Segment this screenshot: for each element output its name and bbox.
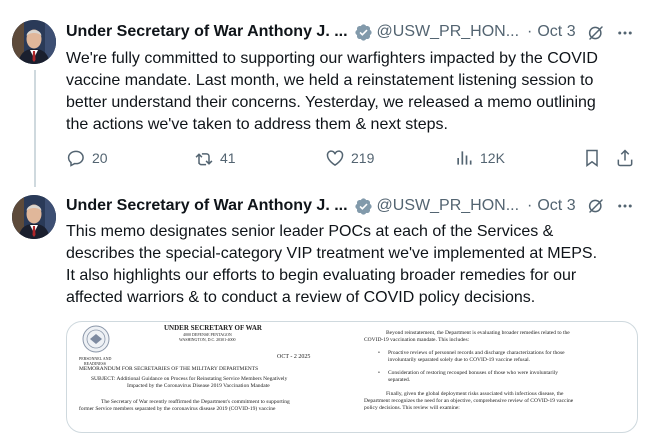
action-bar: 20 41 219 12K (66, 148, 646, 172)
repost-count: 41 (220, 150, 236, 166)
tweet-text-line: vaccine mandate. Last month, we held a r… (66, 72, 594, 89)
tweet-text: This memo designates senior leader POCs … (66, 221, 656, 309)
department-seal-icon (82, 325, 110, 353)
share-button[interactable] (615, 148, 635, 168)
share-icon (617, 149, 633, 167)
memo-paragraph: Beyond reinstatement, the Department is … (386, 330, 570, 336)
memo-image[interactable]: PERSONNEL AND READINESS UNDER SECRETARY … (66, 321, 638, 433)
like-icon (326, 150, 344, 166)
memo-bullet: • (378, 350, 380, 356)
author-name[interactable]: Under Secretary of War Anthony J. ... (66, 23, 348, 41)
views-button[interactable]: 12K (454, 148, 505, 168)
tweet-text-line: This memo designates senior leader POCs … (66, 223, 554, 240)
tweet-text-line: describes the special-category VIP treat… (66, 245, 598, 262)
reply-button[interactable]: 20 (66, 148, 108, 168)
author-handle[interactable]: @USW_PR_HON... (377, 197, 519, 215)
memo-bullet-text: involuntarily separated solely due to CO… (388, 357, 531, 363)
memo-paragraph: policy decisions. This review will exami… (364, 405, 460, 411)
tweet-text-line: We're fully committed to supporting our … (66, 50, 598, 67)
more-icon[interactable] (616, 24, 634, 42)
views-icon (457, 151, 472, 165)
reply-icon (67, 150, 84, 167)
repost-icon (195, 153, 213, 166)
tweet-text-line: the actions we've taken to address them … (66, 116, 448, 133)
bookmark-icon (586, 149, 598, 167)
memo-bullet-text: separated. (388, 377, 411, 383)
memo-bullet: • (378, 370, 380, 376)
verified-badge-icon[interactable] (354, 197, 373, 216)
tweet-text-line: better understand their concerns. Yester… (66, 94, 596, 111)
reply-count: 20 (92, 150, 108, 166)
repost-button[interactable]: 41 (194, 148, 236, 168)
memo-page-left: PERSONNEL AND READINESS UNDER SECRETARY … (67, 322, 352, 432)
avatar[interactable] (12, 195, 56, 239)
like-count: 219 (351, 150, 375, 166)
memo-paragraph: Finally, given the global deployment ris… (386, 391, 564, 397)
avatar[interactable] (12, 20, 56, 64)
memo-subject: SUBJECT: Additional Guidance on Process … (91, 376, 288, 382)
tweet-date[interactable]: Oct 3 (537, 197, 575, 215)
author-handle[interactable]: @USW_PR_HON... (377, 23, 519, 41)
like-button[interactable]: 219 (325, 148, 374, 168)
separator-dot: · (527, 23, 533, 40)
memo-bullet-text: Consideration of restoring recouped bonu… (388, 370, 559, 376)
tweet-text: We're fully committed to supporting our … (66, 48, 656, 136)
grok-icon[interactable] (587, 24, 605, 42)
more-icon[interactable] (616, 197, 634, 215)
tweet-header: Under Secretary of War Anthony J. ... @U… (66, 22, 665, 42)
memo-office: UNDER SECRETARY OF WAR (164, 324, 262, 332)
tweet-text-line: affected warriors & to conduct a review … (66, 289, 536, 306)
grok-icon[interactable] (587, 197, 605, 215)
verified-badge-icon[interactable] (354, 23, 373, 42)
views-count: 12K (480, 150, 505, 166)
separator-dot: · (527, 197, 533, 214)
memo-date: OCT - 2 2025 (277, 354, 311, 360)
memo-paragraph: COVID-19 vaccination mandate. This inclu… (364, 337, 470, 343)
memo-to-line: MEMORANDUM FOR SECRETARIES OF THE MILITA… (79, 366, 259, 372)
memo-paragraph: Department recognizes the need for an ob… (364, 398, 574, 404)
tweet-header: Under Secretary of War Anthony J. ... @U… (66, 196, 665, 216)
tweet-text-line: It also highlights our efforts to begin … (66, 267, 577, 284)
author-name[interactable]: Under Secretary of War Anthony J. ... (66, 197, 348, 215)
memo-bullet-text: Proactive reviews of personnel records a… (388, 350, 565, 356)
tweet-1[interactable]: Under Secretary of War Anthony J. ... @U… (0, 0, 665, 185)
memo-paragraph: former Service members separated by the … (79, 406, 276, 412)
memo-page-right: Beyond reinstatement, the Department is … (352, 322, 637, 432)
memo-paragraph: The Secretary of War recently reaffirmed… (101, 399, 290, 405)
memo-subject: Impacted by the Coronavirus Disease 2019… (127, 383, 270, 389)
memo-address: WASHINGTON, D.C. 20301-4000 (179, 337, 236, 342)
tweet-date[interactable]: Oct 3 (537, 23, 575, 41)
bookmark-button[interactable] (582, 148, 602, 168)
